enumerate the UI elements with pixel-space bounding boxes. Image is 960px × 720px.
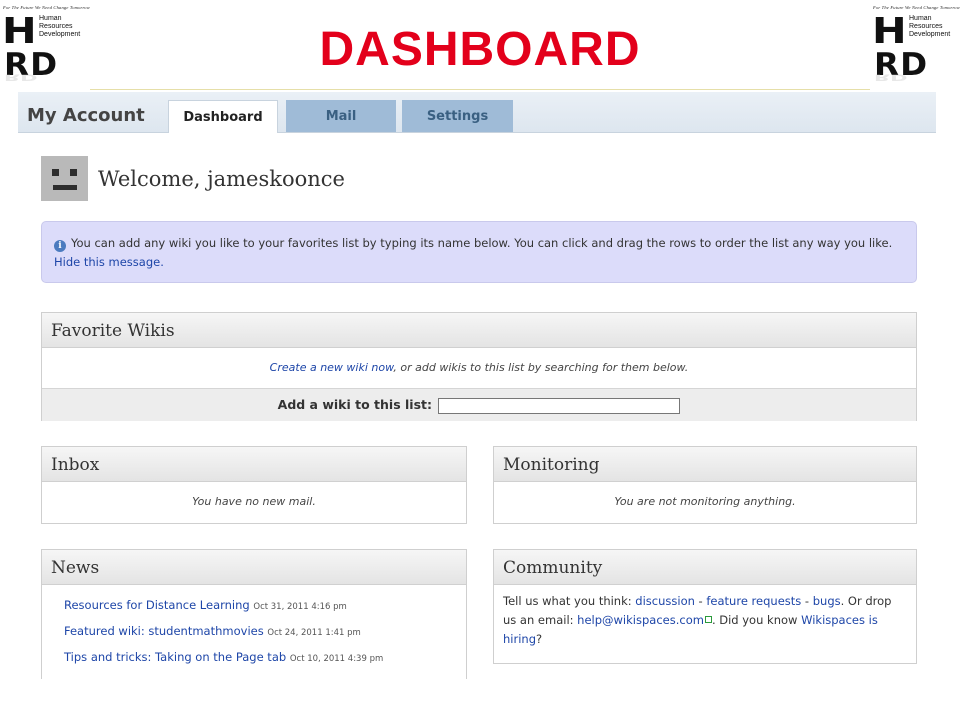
monitoring-panel: Monitoring You are not monitoring anythi…: [493, 446, 917, 524]
inbox-empty-message: You have no new mail.: [192, 495, 316, 508]
favorite-wikis-panel: Favorite Wikis Create a new wiki now, or…: [41, 312, 917, 421]
news-date: Oct 24, 2011 1:41 pm: [267, 628, 361, 638]
hrd-logo-right: For The Future We Need Change Tomorrow H…: [872, 5, 960, 95]
logo-letter-h: H: [872, 11, 907, 52]
list-item: Resources for Distance Learning Oct 31, …: [64, 593, 466, 619]
news-link[interactable]: Featured wiki: studentmathmovies: [64, 624, 264, 638]
news-panel: News Resources for Distance Learning Oct…: [41, 549, 467, 679]
add-wiki-row: Add a wiki to this list:: [42, 389, 916, 421]
logo-words: Human Resources Development: [909, 15, 951, 38]
account-title: My Account: [27, 105, 145, 126]
info-message: i You can add any wiki you like to your f…: [41, 221, 917, 283]
feature-requests-link[interactable]: feature requests: [706, 594, 801, 608]
info-icon: i: [54, 240, 66, 252]
logo-tagline: For The Future We Need Change Tomorrow: [873, 5, 960, 10]
inbox-panel: Inbox You have no new mail.: [41, 446, 467, 524]
email-link[interactable]: help@wikispaces.com: [577, 613, 704, 627]
favorites-message: Create a new wiki now, or add wikis to t…: [42, 348, 916, 389]
welcome-heading: Welcome, jameskoonce: [98, 167, 345, 191]
external-link-icon: [704, 616, 712, 623]
account-header: My Account Dashboard Mail Settings: [18, 92, 936, 133]
news-date: Oct 10, 2011 4:39 pm: [289, 654, 384, 664]
avatar: [41, 156, 88, 201]
logo-tagline: For The Future We Need Change Tomorrow: [3, 5, 90, 10]
community-text: Tell us what you think: discussion - fea…: [503, 594, 892, 646]
hide-message-link[interactable]: Hide this message.: [54, 255, 164, 269]
slide-title: DASHBOARD: [319, 23, 641, 76]
panel-title: Favorite Wikis: [42, 313, 916, 348]
panel-title: Inbox: [42, 447, 466, 482]
news-list: Resources for Distance Learning Oct 31, …: [42, 585, 466, 671]
list-item: Tips and tricks: Taking on the Page tab …: [64, 645, 466, 671]
news-link[interactable]: Tips and tricks: Taking on the Page tab: [64, 650, 286, 664]
news-link[interactable]: Resources for Distance Learning: [64, 598, 250, 612]
add-wiki-input[interactable]: [438, 397, 681, 414]
tab-settings[interactable]: Settings: [402, 100, 513, 132]
logo-reflection: RD: [874, 72, 908, 83]
create-wiki-link[interactable]: Create a new wiki now: [270, 361, 394, 374]
list-item: Featured wiki: studentmathmovies Oct 24,…: [64, 619, 466, 645]
panel-title: Community: [494, 550, 916, 585]
panel-title: Monitoring: [494, 447, 916, 482]
community-panel: Community Tell us what you think: discus…: [493, 549, 917, 664]
discussion-link[interactable]: discussion: [635, 594, 695, 608]
panel-title: News: [42, 550, 466, 585]
news-date: Oct 31, 2011 4:16 pm: [253, 602, 347, 612]
bugs-link[interactable]: bugs: [813, 594, 841, 608]
title-divider: [90, 89, 870, 90]
monitoring-empty-message: You are not monitoring anything.: [614, 495, 796, 508]
tab-mail[interactable]: Mail: [286, 100, 396, 132]
add-wiki-label: Add a wiki to this list:: [277, 397, 432, 412]
tab-dashboard[interactable]: Dashboard: [168, 100, 278, 133]
info-text: You can add any wiki you like to your fa…: [71, 236, 893, 250]
